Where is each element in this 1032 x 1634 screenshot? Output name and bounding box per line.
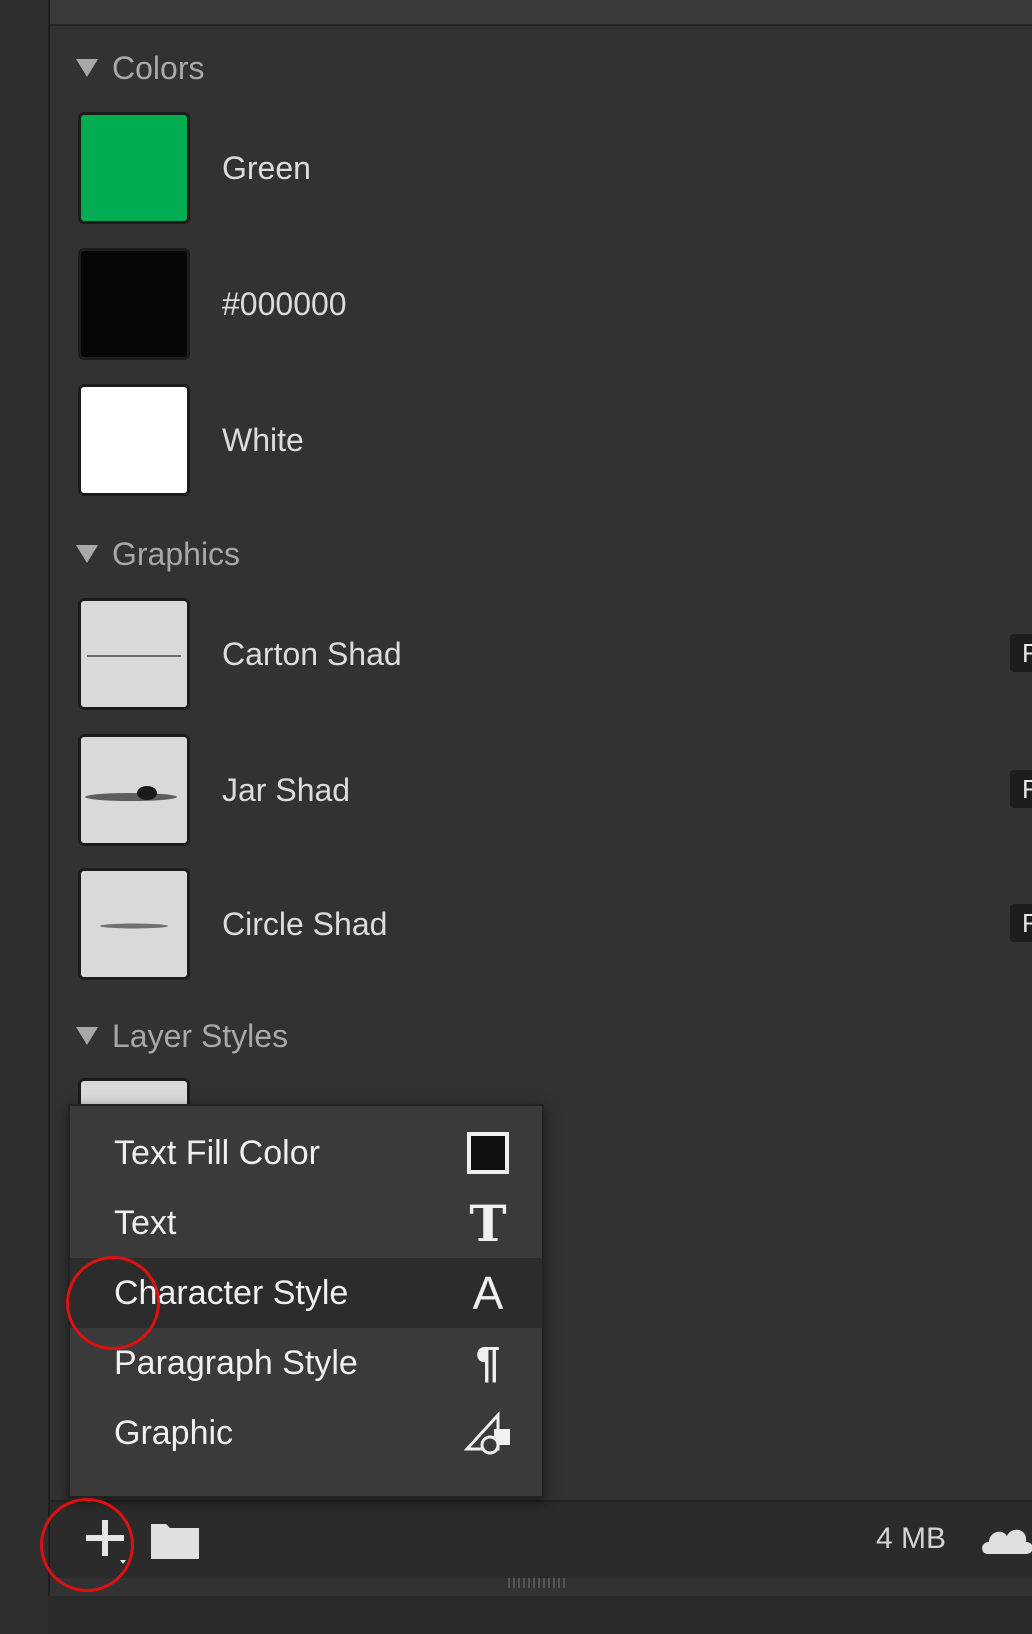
item-tab[interactable]: F xyxy=(1010,770,1032,808)
color-item-white[interactable]: White xyxy=(78,382,1018,498)
section-title: Graphics xyxy=(112,535,241,572)
item-label: Carton Shad xyxy=(222,635,402,672)
disclosure-triangle-icon xyxy=(76,545,98,563)
disclosure-triangle-icon xyxy=(76,59,98,77)
color-item-green[interactable]: Green xyxy=(78,110,1018,226)
menu-item-label: Graphic xyxy=(114,1413,234,1452)
item-label: White xyxy=(222,421,304,458)
color-swatch xyxy=(78,248,190,360)
menu-item-paragraph-style[interactable]: Paragraph Style ¶ xyxy=(70,1328,542,1398)
panel-top-strip xyxy=(50,0,1032,26)
section-header-colors[interactable]: Colors xyxy=(76,48,204,88)
graphic-item-circle-shad[interactable]: Circle Shad xyxy=(78,866,1018,982)
graphic-thumbnail xyxy=(78,868,190,980)
menu-item-label: Text Fill Color xyxy=(114,1133,320,1172)
character-A-icon: A xyxy=(472,1267,504,1319)
pilcrow-icon: ¶ xyxy=(475,1338,501,1387)
jar-shadow-shape xyxy=(85,786,177,801)
folder-button[interactable] xyxy=(150,1520,200,1560)
color-swatch xyxy=(78,384,190,496)
cloud-icon xyxy=(982,1529,1032,1554)
section-title: Layer Styles xyxy=(112,1017,289,1054)
graphic-item-jar-shad[interactable]: Jar Shad xyxy=(78,732,1018,848)
item-label: Green xyxy=(222,149,311,186)
sync-status-button[interactable] xyxy=(980,1520,1032,1560)
library-size: 4 MB xyxy=(876,1522,947,1555)
section-title: Colors xyxy=(112,49,205,86)
section-header-layer-styles[interactable]: Layer Styles xyxy=(76,1016,288,1056)
resize-grip[interactable] xyxy=(508,1578,568,1588)
add-content-menu: Text Fill Color Text T Character Style A… xyxy=(68,1104,544,1498)
item-tab[interactable]: F xyxy=(1010,904,1032,942)
section-header-graphics[interactable]: Graphics xyxy=(76,534,240,574)
menu-item-character-style[interactable]: Character Style A xyxy=(70,1258,542,1328)
menu-item-text-fill-color[interactable]: Text Fill Color xyxy=(70,1118,542,1188)
menu-item-text[interactable]: Text T xyxy=(70,1188,542,1258)
menu-item-label: Paragraph Style xyxy=(114,1343,358,1382)
circle-shadow-shape xyxy=(100,923,168,929)
folder-icon xyxy=(151,1524,199,1559)
add-content-button[interactable] xyxy=(78,1512,134,1568)
item-tab[interactable]: F xyxy=(1010,634,1032,672)
item-label: #000000 xyxy=(222,285,347,322)
square-outline-icon xyxy=(458,1131,518,1175)
color-item-black[interactable]: #000000 xyxy=(78,246,1018,362)
shadow-line xyxy=(87,655,181,657)
menu-item-label: Text xyxy=(114,1203,177,1242)
graphic-shapes-icon xyxy=(458,1411,518,1455)
plus-icon xyxy=(86,1520,126,1564)
item-label: Jar Shad xyxy=(222,771,351,808)
left-gutter xyxy=(0,0,48,1634)
graphic-thumbnail xyxy=(78,734,190,846)
menu-item-label: Character Style xyxy=(114,1273,349,1312)
graphic-item-carton-shad[interactable]: Carton Shad xyxy=(78,596,1018,712)
disclosure-triangle-icon xyxy=(76,1027,98,1045)
text-T-icon: T xyxy=(469,1193,507,1253)
menu-item-graphic[interactable]: Graphic xyxy=(70,1398,542,1468)
panel-footer: 4 MB xyxy=(50,1500,1032,1578)
graphic-thumbnail xyxy=(78,598,190,710)
color-swatch xyxy=(78,112,190,224)
item-label: Circle Shad xyxy=(222,905,388,942)
